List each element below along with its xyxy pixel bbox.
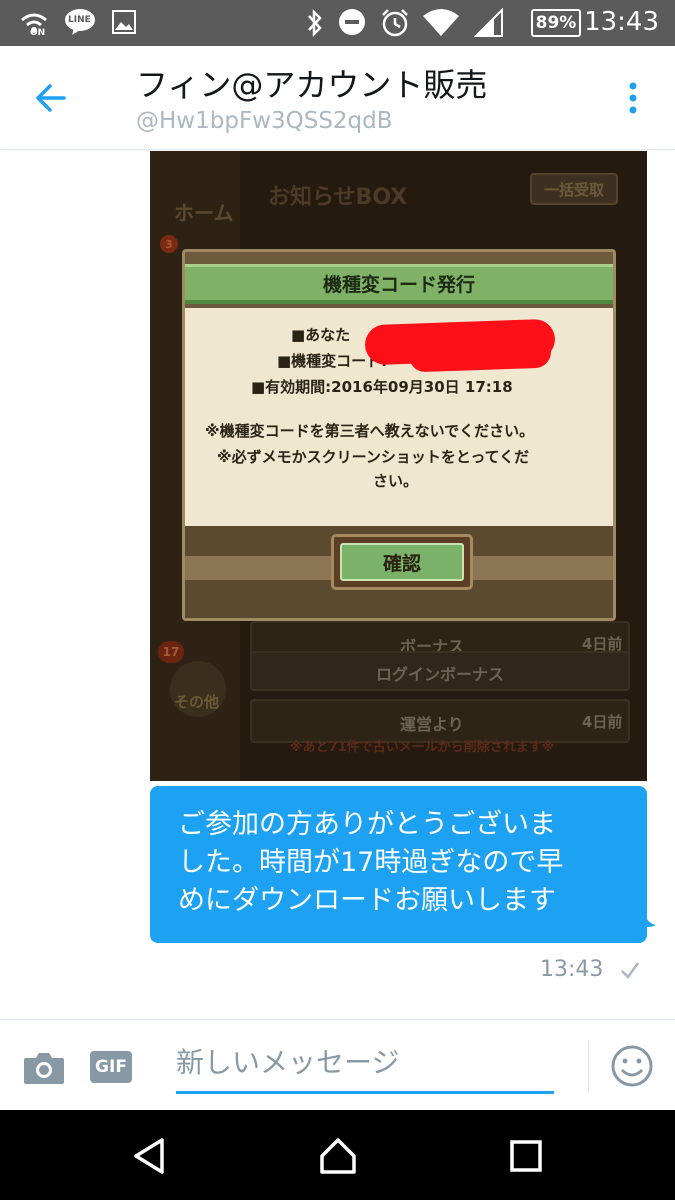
conversation-header: フィン@アカウント販売 @Hw1bpFw3QSS2qdB [0, 46, 675, 150]
game-other-badge: 17 [158, 641, 184, 663]
message-bubble[interactable]: ご参加の方ありがとうございま した。時間が17時過ぎなので早 めにダウンロードお… [150, 786, 647, 943]
game-row-login-bonus: ログインボーナス [250, 651, 630, 691]
wifi-icon [422, 8, 460, 38]
nav-recents-button[interactable] [508, 1136, 548, 1176]
message-input[interactable] [176, 1040, 554, 1094]
game-other-label: その他 [174, 693, 220, 711]
camera-button[interactable] [22, 1050, 66, 1086]
camera-icon [24, 1053, 64, 1084]
dialog-note-1: ※機種変コードを第三者へ教えないでください。 [205, 422, 535, 440]
game-notice-title: お知らせBOX [268, 185, 408, 210]
conversation-list[interactable]: ホーム 3 お知らせBOX 一括受取 ボーナス 4日前 ログインボーナス 運営よ… [0, 151, 675, 1019]
dm-conversation-screen: ON LINE 89% 13:43 フィン@アカウント販売 @Hw1bpFw3Q… [0, 0, 675, 1200]
dialog-confirm-label: 確認 [382, 552, 421, 575]
message-line-2: した。時間が17時過ぎなので早 [178, 847, 564, 878]
contact-name: フィン@アカウント販売 [136, 66, 488, 104]
on-label: ON [30, 28, 46, 38]
gif-label: GIF [95, 1057, 127, 1077]
status-bar: ON LINE 89% 13:43 [0, 0, 675, 46]
game-row-title: 運営より [400, 715, 464, 734]
nav-back-icon [134, 1138, 164, 1174]
line-label: LINE [68, 15, 91, 25]
battery-level: 89% [535, 13, 577, 33]
smiley-icon [611, 1045, 653, 1087]
message-timestamp: 13:43 [540, 957, 604, 982]
dialog-expiry-line: ■有効期間:2016年09月30日 17:18 [251, 378, 513, 396]
signal-icon [474, 8, 504, 38]
gallery-icon [112, 10, 136, 34]
back-arrow-icon [36, 84, 66, 112]
game-row-title: ログインボーナス [376, 665, 505, 684]
shared-image[interactable]: ホーム 3 お知らせBOX 一括受取 ボーナス 4日前 ログインボーナス 運営よ… [150, 151, 647, 781]
contact-handle: @Hw1bpFw3QSS2qdB [136, 108, 393, 134]
dialog-note-2: ※必ずメモかスクリーンショットをとってくだ [217, 448, 530, 466]
game-footer-note: ※あと71件で古いメールから削除されます※ [290, 740, 555, 755]
back-button[interactable] [30, 78, 76, 118]
nav-home-button[interactable] [318, 1136, 358, 1176]
game-bulk-receive-button: 一括受取 [530, 173, 618, 205]
emoji-button[interactable] [610, 1044, 654, 1088]
composer-divider [588, 1040, 589, 1092]
checkmark-icon [621, 962, 640, 979]
message-line-3: めにダウンロードお願いします [178, 885, 556, 916]
game-row-date: 4日前 [582, 713, 623, 731]
nav-back-button[interactable] [130, 1136, 170, 1176]
android-nav-bar [0, 1110, 675, 1200]
transfer-code-dialog: 機種変コード発行 ■あなた ■機種変コード: ■有効期間:2016年09月30日… [182, 249, 616, 621]
do-not-disturb-icon [338, 8, 366, 36]
message-composer: GIF [0, 1019, 675, 1110]
dialog-confirm-inner: 確認 [340, 543, 464, 581]
game-side-badge: 3 [160, 235, 178, 253]
game-home-label: ホーム [174, 201, 234, 225]
more-vertical-icon [629, 82, 637, 114]
dialog-title: 機種変コード発行 [322, 274, 475, 296]
redaction-scribble [408, 335, 552, 373]
more-options-button[interactable] [620, 80, 646, 116]
battery-icon: 89% [531, 9, 581, 37]
dialog-note-3: さい。 [373, 472, 419, 490]
nav-recents-icon [510, 1140, 542, 1172]
dialog-header: 機種変コード発行 [185, 264, 613, 304]
nav-home-icon [320, 1138, 356, 1174]
gif-button[interactable]: GIF [90, 1051, 132, 1083]
dialog-user-line: ■あなた [291, 326, 351, 344]
message-line-1: ご参加の方ありがとうございま [178, 809, 556, 840]
bluetooth-icon [306, 8, 324, 38]
status-time: 13:43 [584, 7, 659, 37]
dialog-confirm-button: 確認 [331, 534, 473, 590]
bubble-tail-icon [640, 911, 656, 927]
alarm-icon [380, 8, 410, 38]
